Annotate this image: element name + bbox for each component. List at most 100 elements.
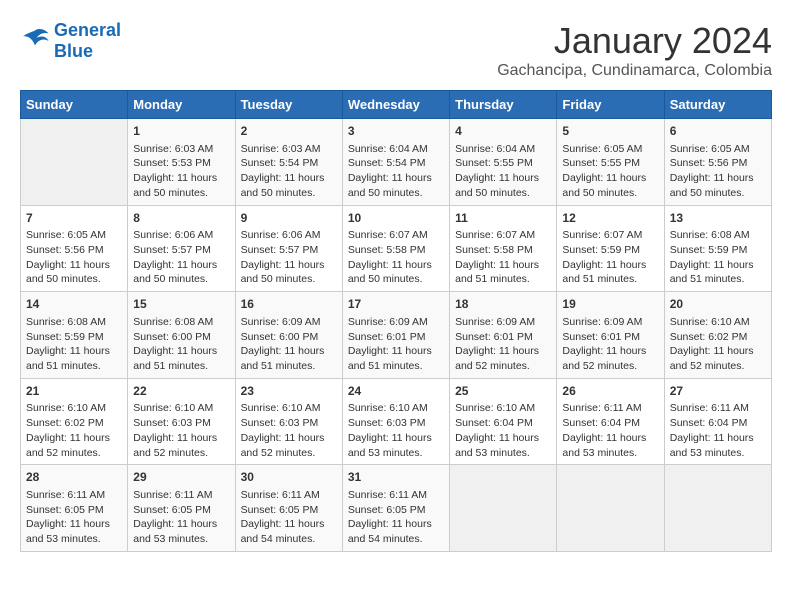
- day-info: Sunrise: 6:11 AM Sunset: 6:05 PM Dayligh…: [348, 488, 444, 547]
- day-info: Sunrise: 6:08 AM Sunset: 5:59 PM Dayligh…: [26, 315, 122, 374]
- day-info: Sunrise: 6:10 AM Sunset: 6:03 PM Dayligh…: [241, 401, 337, 460]
- calendar-cell: 10Sunrise: 6:07 AM Sunset: 5:58 PM Dayli…: [342, 205, 449, 292]
- location-title: Gachancipa, Cundinamarca, Colombia: [497, 62, 772, 80]
- day-info: Sunrise: 6:07 AM Sunset: 5:58 PM Dayligh…: [455, 228, 551, 287]
- calendar-cell: 5 Sunrise: 6:05 AM Sunset: 5:55 PM Daylig…: [557, 119, 664, 206]
- day-info: Sunrise: 6:10 AM Sunset: 6:03 PM Dayligh…: [348, 401, 444, 460]
- day-info: Sunrise: 6:10 AM Sunset: 6:02 PM Dayligh…: [26, 401, 122, 460]
- calendar-cell: 13Sunrise: 6:08 AM Sunset: 5:59 PM Dayli…: [664, 205, 771, 292]
- calendar-table: SundayMondayTuesdayWednesdayThursdayFrid…: [20, 90, 772, 552]
- calendar-cell: 20 Sunrise: 6:10 AM Sunset: 6:02 PM Dayli…: [664, 292, 771, 379]
- page-header: General Blue January 2024 Gachancipa, Cu…: [20, 20, 772, 80]
- calendar-week-row: 21Sunrise: 6:10 AM Sunset: 6:02 PM Dayli…: [21, 378, 772, 465]
- day-number: 28: [26, 469, 122, 486]
- day-number: 13: [670, 210, 766, 227]
- calendar-cell: 12Sunrise: 6:07 AM Sunset: 5:59 PM Dayli…: [557, 205, 664, 292]
- calendar-cell: 28 Sunrise: 6:11 AM Sunset: 6:05 PM Dayli…: [21, 465, 128, 552]
- calendar-cell: 21Sunrise: 6:10 AM Sunset: 6:02 PM Dayli…: [21, 378, 128, 465]
- calendar-cell: 1 Sunrise: 6:03 AM Sunset: 5:53 PM Daylig…: [128, 119, 235, 206]
- day-number: 2: [241, 123, 337, 140]
- day-info: Sunrise: 6:11 AM Sunset: 6:05 PM Dayligh…: [241, 488, 337, 547]
- weekday-header: Wednesday: [342, 91, 449, 119]
- logo: General Blue: [20, 20, 121, 62]
- day-number: 10: [348, 210, 444, 227]
- calendar-cell: 27Sunrise: 6:11 AM Sunset: 6:04 PM Dayli…: [664, 378, 771, 465]
- calendar-cell: 26Sunrise: 6:11 AM Sunset: 6:04 PM Dayli…: [557, 378, 664, 465]
- day-info: Sunrise: 6:11 AM Sunset: 6:05 PM Dayligh…: [26, 488, 122, 547]
- day-number: 8: [133, 210, 229, 227]
- logo-text-block: General Blue: [54, 20, 121, 62]
- calendar-week-row: 14Sunrise: 6:08 AM Sunset: 5:59 PM Dayli…: [21, 292, 772, 379]
- logo-icon: [20, 27, 50, 55]
- calendar-cell: 18Sunrise: 6:09 AM Sunset: 6:01 PM Dayli…: [450, 292, 557, 379]
- day-number: 5: [562, 123, 658, 140]
- day-info: Sunrise: 6:05 AM Sunset: 5:55 PM Dayligh…: [562, 142, 658, 201]
- day-number: 24: [348, 383, 444, 400]
- logo-general: General: [54, 20, 121, 41]
- weekday-header: Sunday: [21, 91, 128, 119]
- day-number: 21: [26, 383, 122, 400]
- day-info: Sunrise: 6:05 AM Sunset: 5:56 PM Dayligh…: [26, 228, 122, 287]
- calendar-cell: 15Sunrise: 6:08 AM Sunset: 6:00 PM Dayli…: [128, 292, 235, 379]
- weekday-header-row: SundayMondayTuesdayWednesdayThursdayFrid…: [21, 91, 772, 119]
- day-number: 17: [348, 296, 444, 313]
- day-info: Sunrise: 6:09 AM Sunset: 6:01 PM Dayligh…: [562, 315, 658, 374]
- calendar-cell: 11Sunrise: 6:07 AM Sunset: 5:58 PM Dayli…: [450, 205, 557, 292]
- day-number: 15: [133, 296, 229, 313]
- day-info: Sunrise: 6:10 AM Sunset: 6:02 PM Dayligh…: [670, 315, 766, 374]
- day-number: 1: [133, 123, 229, 140]
- day-number: 25: [455, 383, 551, 400]
- calendar-cell: 29 Sunrise: 6:11 AM Sunset: 6:05 PM Dayli…: [128, 465, 235, 552]
- day-number: 23: [241, 383, 337, 400]
- day-number: 6: [670, 123, 766, 140]
- day-info: Sunrise: 6:03 AM Sunset: 5:54 PM Dayligh…: [241, 142, 337, 201]
- calendar-cell: 2 Sunrise: 6:03 AM Sunset: 5:54 PM Daylig…: [235, 119, 342, 206]
- calendar-cell: 9Sunrise: 6:06 AM Sunset: 5:57 PM Daylig…: [235, 205, 342, 292]
- weekday-header: Tuesday: [235, 91, 342, 119]
- calendar-cell: [664, 465, 771, 552]
- calendar-cell: 14Sunrise: 6:08 AM Sunset: 5:59 PM Dayli…: [21, 292, 128, 379]
- calendar-cell: [450, 465, 557, 552]
- calendar-cell: [21, 119, 128, 206]
- day-info: Sunrise: 6:09 AM Sunset: 6:01 PM Dayligh…: [348, 315, 444, 374]
- day-info: Sunrise: 6:03 AM Sunset: 5:53 PM Dayligh…: [133, 142, 229, 201]
- day-info: Sunrise: 6:08 AM Sunset: 5:59 PM Dayligh…: [670, 228, 766, 287]
- day-info: Sunrise: 6:10 AM Sunset: 6:04 PM Dayligh…: [455, 401, 551, 460]
- calendar-cell: 30Sunrise: 6:11 AM Sunset: 6:05 PM Dayli…: [235, 465, 342, 552]
- calendar-cell: 7Sunrise: 6:05 AM Sunset: 5:56 PM Daylig…: [21, 205, 128, 292]
- calendar-cell: 6 Sunrise: 6:05 AM Sunset: 5:56 PM Daylig…: [664, 119, 771, 206]
- calendar-cell: 4Sunrise: 6:04 AM Sunset: 5:55 PM Daylig…: [450, 119, 557, 206]
- day-number: 19: [562, 296, 658, 313]
- calendar-cell: 19 Sunrise: 6:09 AM Sunset: 6:01 PM Dayli…: [557, 292, 664, 379]
- weekday-header: Friday: [557, 91, 664, 119]
- calendar-cell: 24Sunrise: 6:10 AM Sunset: 6:03 PM Dayli…: [342, 378, 449, 465]
- day-info: Sunrise: 6:05 AM Sunset: 5:56 PM Dayligh…: [670, 142, 766, 201]
- day-number: 29: [133, 469, 229, 486]
- title-block: January 2024 Gachancipa, Cundinamarca, C…: [497, 20, 772, 80]
- day-info: Sunrise: 6:11 AM Sunset: 6:04 PM Dayligh…: [562, 401, 658, 460]
- day-number: 22: [133, 383, 229, 400]
- day-info: Sunrise: 6:11 AM Sunset: 6:05 PM Dayligh…: [133, 488, 229, 547]
- day-number: 11: [455, 210, 551, 227]
- day-number: 27: [670, 383, 766, 400]
- day-number: 20: [670, 296, 766, 313]
- weekday-header: Thursday: [450, 91, 557, 119]
- day-info: Sunrise: 6:11 AM Sunset: 6:04 PM Dayligh…: [670, 401, 766, 460]
- day-number: 31: [348, 469, 444, 486]
- calendar-cell: 3Sunrise: 6:04 AM Sunset: 5:54 PM Daylig…: [342, 119, 449, 206]
- calendar-cell: 31 Sunrise: 6:11 AM Sunset: 6:05 PM Dayli…: [342, 465, 449, 552]
- day-info: Sunrise: 6:09 AM Sunset: 6:00 PM Dayligh…: [241, 315, 337, 374]
- day-info: Sunrise: 6:06 AM Sunset: 5:57 PM Dayligh…: [241, 228, 337, 287]
- day-info: Sunrise: 6:04 AM Sunset: 5:55 PM Dayligh…: [455, 142, 551, 201]
- calendar-cell: 17 Sunrise: 6:09 AM Sunset: 6:01 PM Dayli…: [342, 292, 449, 379]
- calendar-cell: 25Sunrise: 6:10 AM Sunset: 6:04 PM Dayli…: [450, 378, 557, 465]
- day-info: Sunrise: 6:09 AM Sunset: 6:01 PM Dayligh…: [455, 315, 551, 374]
- day-number: 16: [241, 296, 337, 313]
- day-number: 26: [562, 383, 658, 400]
- logo-blue: Blue: [54, 41, 121, 62]
- day-info: Sunrise: 6:07 AM Sunset: 5:59 PM Dayligh…: [562, 228, 658, 287]
- calendar-cell: 22Sunrise: 6:10 AM Sunset: 6:03 PM Dayli…: [128, 378, 235, 465]
- day-number: 7: [26, 210, 122, 227]
- day-info: Sunrise: 6:10 AM Sunset: 6:03 PM Dayligh…: [133, 401, 229, 460]
- calendar-week-row: 7Sunrise: 6:05 AM Sunset: 5:56 PM Daylig…: [21, 205, 772, 292]
